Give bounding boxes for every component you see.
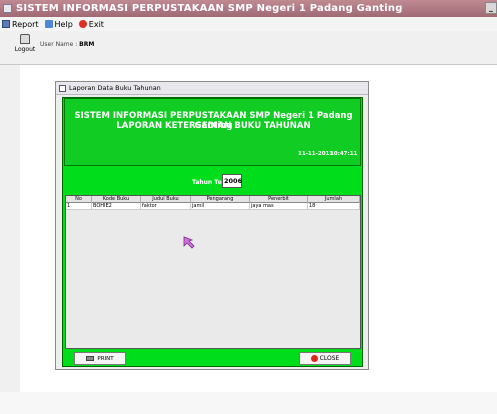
user-info: User Name : BRM xyxy=(40,41,94,48)
report-window-title: Laporan Data Buku Tahunan xyxy=(69,84,161,92)
menu-exit-label: Exit xyxy=(88,19,104,29)
report-panel: SISTEM INFORMASI PERPUSTAKAAN SMP Negeri… xyxy=(62,97,363,367)
report-icon xyxy=(2,20,10,28)
logout-icon xyxy=(20,34,30,44)
column-header-penerbit[interactable]: Penerbit xyxy=(250,196,308,203)
app-icon xyxy=(3,4,12,13)
window-icon xyxy=(59,84,66,92)
report-window: Laporan Data Buku Tahunan SISTEM INFORMA… xyxy=(55,81,369,370)
logout-button[interactable]: Logout xyxy=(14,34,36,62)
book-table: No Kode Buku Judul Buku Pengarang Penerb… xyxy=(65,195,361,349)
year-input[interactable]: 2006 xyxy=(222,174,242,188)
exit-icon xyxy=(78,20,87,28)
status-area xyxy=(0,392,497,414)
column-header-pengarang[interactable]: Pengarang xyxy=(191,196,250,203)
printer-icon xyxy=(86,356,95,361)
menu-help[interactable]: Help xyxy=(44,19,73,29)
cell-penerbit: jaya mas xyxy=(250,203,308,210)
cell-pengarang: jamil xyxy=(191,203,250,210)
column-header-judul-buku[interactable]: Judul Buku xyxy=(141,196,191,203)
main-window-title: SISTEM INFORMASI PERPUSTAKAAN SMP Negeri… xyxy=(16,3,403,14)
column-header-jumlah[interactable]: Jumlah xyxy=(308,196,360,203)
logout-label: Logout xyxy=(14,46,36,53)
cell-jumlah: 18 xyxy=(308,203,360,210)
left-panel xyxy=(0,65,20,414)
menu-bar: Report Help Exit xyxy=(0,17,497,31)
close-button[interactable]: CLOSE xyxy=(299,352,351,365)
user-prefix: User Name : xyxy=(40,41,78,48)
print-label: PRINT xyxy=(97,355,114,362)
table-row[interactable]: 1 BOHIE2 faktor jamil jaya mas 18 xyxy=(66,203,360,210)
report-header: SISTEM INFORMASI PERPUSTAKAAN SMP Negeri… xyxy=(64,98,361,166)
app-root: SISTEM INFORMASI PERPUSTAKAAN SMP Negeri… xyxy=(0,0,497,414)
report-window-title-bar[interactable]: Laporan Data Buku Tahunan xyxy=(56,82,368,95)
minimize-button[interactable]: _ xyxy=(485,2,497,14)
toolbar: Logout User Name : BRM xyxy=(0,31,497,65)
help-icon xyxy=(44,20,53,28)
user-value: BRM xyxy=(79,41,95,48)
menu-exit[interactable]: Exit xyxy=(78,19,104,29)
date-label: 11-11-2013 xyxy=(298,151,334,157)
time-label: 10:47:11 xyxy=(330,151,358,157)
cell-no: 1 xyxy=(66,203,92,210)
close-label: CLOSE xyxy=(319,355,340,362)
cell-judul-buku: faktor xyxy=(141,203,191,210)
menu-help-label: Help xyxy=(54,19,73,29)
menu-report[interactable]: Report xyxy=(2,20,39,29)
print-button[interactable]: PRINT xyxy=(74,352,126,365)
menu-report-label: Report xyxy=(12,19,39,29)
column-header-kode-buku[interactable]: Kode Buku xyxy=(92,196,141,203)
cell-kode-buku: BOHIE2 xyxy=(92,203,141,210)
column-header-no[interactable]: No xyxy=(66,196,92,203)
header-report-title: LAPORAN KETERSEDIAN BUKU TAHUNAN xyxy=(116,121,311,131)
mouse-cursor-icon xyxy=(183,236,195,249)
table-header: No Kode Buku Judul Buku Pengarang Penerb… xyxy=(66,196,360,203)
main-title-bar: SISTEM INFORMASI PERPUSTAKAAN SMP Negeri… xyxy=(0,0,497,17)
close-icon xyxy=(310,355,318,362)
year-filter-row: Tahun Terbit 2006 xyxy=(64,170,361,192)
